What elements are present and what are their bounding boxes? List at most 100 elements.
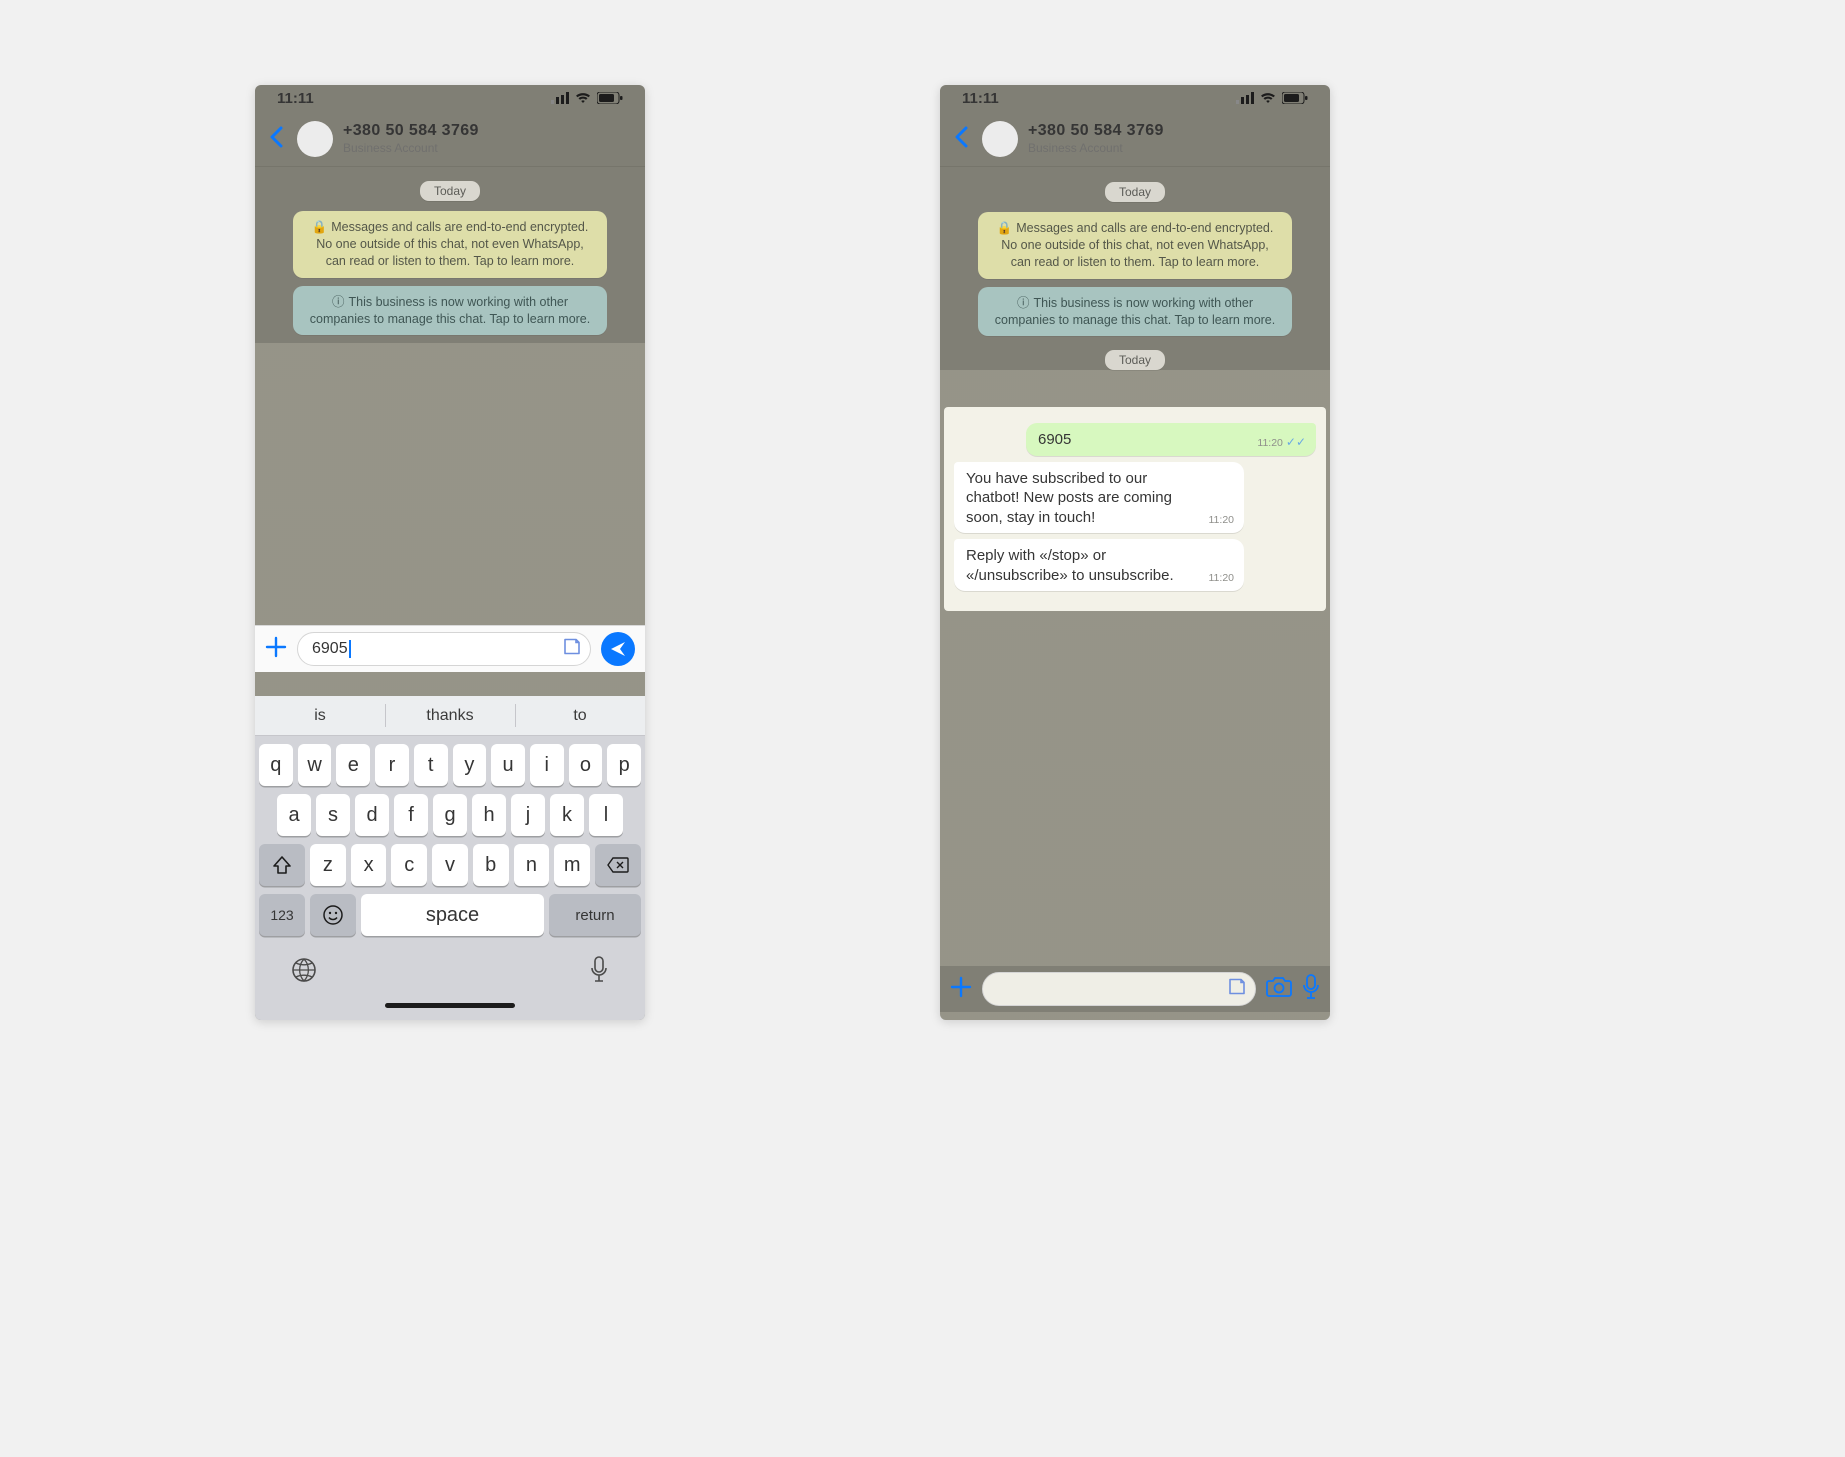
chat-subtitle: Business Account [343, 141, 479, 155]
back-button[interactable] [265, 123, 287, 155]
date-pill: Today [1105, 350, 1165, 370]
chat-body: Today 🔒Messages and calls are end-to-end… [255, 167, 645, 343]
emoji-icon [322, 904, 344, 926]
globe-button[interactable] [291, 957, 317, 988]
chevron-left-icon [269, 126, 283, 148]
dictation-button[interactable] [589, 956, 609, 989]
key-q[interactable]: q [259, 744, 293, 786]
mic-icon [1302, 974, 1320, 1000]
key-j[interactable]: j [511, 794, 545, 836]
lock-icon: 🔒 [997, 221, 1013, 235]
message-input[interactable] [982, 972, 1256, 1006]
prediction-1[interactable]: is [255, 696, 385, 735]
key-x[interactable]: x [351, 844, 387, 886]
prediction-3[interactable]: to [515, 696, 645, 735]
key-v[interactable]: v [432, 844, 468, 886]
key-i[interactable]: i [530, 744, 564, 786]
status-time: 11:11 [962, 90, 999, 107]
chat-header-text[interactable]: +380 50 584 3769 Business Account [1028, 122, 1164, 155]
conversation-highlight: 6905 11:20✓✓ You have subscribed to our … [944, 407, 1326, 611]
home-indicator[interactable] [385, 1003, 515, 1008]
plus-icon [950, 976, 972, 998]
status-time: 11:11 [277, 90, 314, 107]
key-f[interactable]: f [394, 794, 428, 836]
key-w[interactable]: w [298, 744, 332, 786]
message-received[interactable]: You have subscribed to our chatbot! New … [954, 462, 1244, 534]
message-text: You have subscribed to our chatbot! New … [966, 470, 1172, 526]
status-bar: 11:11 [255, 85, 645, 111]
avatar[interactable] [982, 121, 1018, 157]
key-n[interactable]: n [514, 844, 550, 886]
camera-button[interactable] [1266, 976, 1292, 1003]
key-z[interactable]: z [310, 844, 346, 886]
key-t[interactable]: t [414, 744, 448, 786]
key-o[interactable]: o [569, 744, 603, 786]
chat-header: +380 50 584 3769 Business Account [255, 111, 645, 167]
sticker-button[interactable] [1227, 977, 1247, 1002]
sticker-button[interactable] [562, 637, 582, 662]
key-u[interactable]: u [491, 744, 525, 786]
status-icons [1236, 92, 1308, 104]
message-time: 11:20✓✓ [1257, 435, 1306, 451]
key-d[interactable]: d [355, 794, 389, 836]
back-button[interactable] [950, 123, 972, 155]
key-b[interactable]: b [473, 844, 509, 886]
business-banner[interactable]: ⓘThis business is now working with other… [978, 287, 1292, 337]
key-l[interactable]: l [589, 794, 623, 836]
key-c[interactable]: c [391, 844, 427, 886]
key-e[interactable]: e [336, 744, 370, 786]
message-text: 6905 [1038, 431, 1071, 448]
key-p[interactable]: p [607, 744, 641, 786]
message-input-bar [940, 966, 1330, 1012]
keyboard-row-3: z x c v b n m [255, 836, 645, 886]
key-k[interactable]: k [550, 794, 584, 836]
send-button[interactable] [601, 632, 635, 666]
date-pill: Today [1105, 182, 1165, 202]
encryption-banner[interactable]: 🔒Messages and calls are end-to-end encry… [293, 211, 607, 278]
key-shift[interactable] [259, 844, 305, 886]
message-input[interactable]: 6905 [297, 632, 591, 666]
key-s[interactable]: s [316, 794, 350, 836]
attach-button[interactable] [265, 634, 287, 665]
shift-icon [272, 856, 292, 874]
key-backspace[interactable] [595, 844, 641, 886]
phone-screenshot-left: 11:11 +380 50 584 3769 Business Account … [255, 85, 645, 1020]
keyboard-row-1: q w e r t y u i o p [255, 736, 645, 786]
status-bar: 11:11 [940, 85, 1330, 111]
status-icons [551, 92, 623, 104]
wifi-icon [575, 92, 591, 104]
chat-subtitle: Business Account [1028, 141, 1164, 155]
message-received[interactable]: Reply with «/stop» or «/unsubscribe» to … [954, 539, 1244, 591]
keyboard: is thanks to q w e r t y u i o p a s d f [255, 696, 645, 1020]
globe-icon [291, 957, 317, 983]
key-return[interactable]: return [549, 894, 641, 936]
sticker-icon [1227, 977, 1247, 997]
avatar[interactable] [297, 121, 333, 157]
message-sent[interactable]: 6905 11:20✓✓ [1026, 423, 1316, 456]
key-a[interactable]: a [277, 794, 311, 836]
encryption-banner[interactable]: 🔒Messages and calls are end-to-end encry… [978, 212, 1292, 279]
info-icon: ⓘ [1017, 296, 1030, 310]
encryption-banner-text: Messages and calls are end-to-end encryp… [1001, 221, 1273, 269]
chat-header-text[interactable]: +380 50 584 3769 Business Account [343, 122, 479, 155]
attach-button[interactable] [950, 974, 972, 1005]
chevron-left-icon [954, 126, 968, 148]
read-ticks-icon: ✓✓ [1286, 435, 1306, 449]
key-y[interactable]: y [453, 744, 487, 786]
text-caret [349, 640, 351, 658]
key-r[interactable]: r [375, 744, 409, 786]
key-g[interactable]: g [433, 794, 467, 836]
key-space[interactable]: space [361, 894, 544, 936]
prediction-2[interactable]: thanks [385, 696, 515, 735]
business-banner[interactable]: ⓘThis business is now working with other… [293, 286, 607, 336]
key-emoji[interactable] [310, 894, 356, 936]
business-banner-text: This business is now working with other … [995, 296, 1275, 327]
key-m[interactable]: m [554, 844, 590, 886]
voice-button[interactable] [1302, 974, 1320, 1005]
encryption-banner-text: Messages and calls are end-to-end encryp… [316, 220, 588, 268]
message-input-bar: 6905 [255, 625, 645, 672]
date-pill: Today [420, 181, 480, 201]
key-h[interactable]: h [472, 794, 506, 836]
key-123[interactable]: 123 [259, 894, 305, 936]
keyboard-row-2: a s d f g h j k l [255, 786, 645, 836]
